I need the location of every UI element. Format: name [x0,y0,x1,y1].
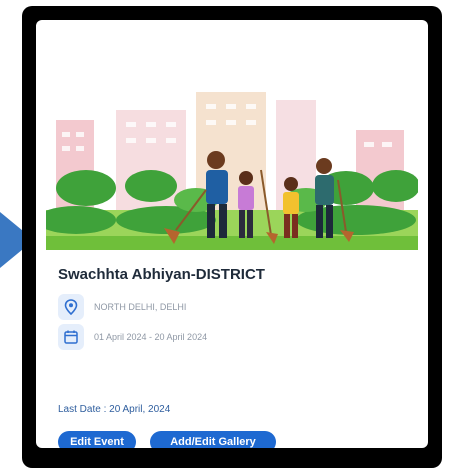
edit-gallery-button[interactable]: Add/Edit Gallery [150,431,276,448]
event-date-row: 01 April 2024 - 20 April 2024 [58,324,207,350]
calendar-icon [58,324,84,350]
event-location: NORTH DELHI, DELHI [94,302,187,312]
event-illustration [46,92,418,250]
edit-event-button[interactable]: Edit Event [58,431,136,448]
event-title: Swachhta Abhiyan-DISTRICT [58,266,265,283]
event-location-row: NORTH DELHI, DELHI [58,294,186,320]
last-date: Last Date : 20 April, 2024 [58,404,171,415]
event-date-range: 01 April 2024 - 20 April 2024 [94,332,208,342]
location-pin-icon [58,294,84,320]
event-card: Swachhta Abhiyan-DISTRICT NORTH DELHI, D… [36,20,428,448]
